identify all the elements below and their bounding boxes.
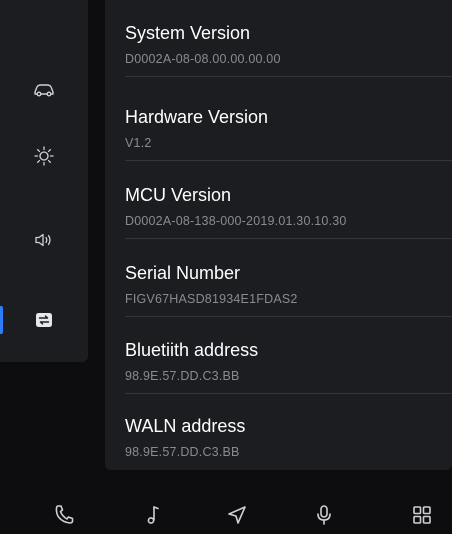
sidebar-item-vehicle[interactable]	[0, 70, 88, 110]
brightness-icon	[34, 146, 54, 166]
phone-icon	[54, 504, 76, 531]
info-row-bluetooth-address: Bluetiith address 98.9E.57.DD.C3.BB	[125, 317, 452, 394]
info-value: D0002A-08-08.00.00.00.00	[125, 52, 281, 66]
apps-grid-icon	[412, 505, 432, 530]
info-value: FIGV67HASD81934E1FDAS2	[125, 292, 298, 306]
info-row-system-version: System Version D0002A-08-08.00.00.00.00	[125, 0, 452, 77]
info-value: D0002A-08-138-000-2019.01.30.10.30	[125, 214, 347, 228]
car-icon	[33, 83, 55, 97]
info-label: Bluetiith address	[125, 340, 259, 360]
navigation-icon	[226, 504, 248, 531]
navigation-button[interactable]	[217, 500, 257, 534]
info-label: WALN address	[125, 416, 246, 436]
system-settings-icon	[35, 312, 53, 328]
system-info-panel: System Version D0002A-08-08.00.00.00.00 …	[105, 0, 452, 470]
music-button[interactable]	[133, 500, 173, 534]
microphone-icon	[315, 504, 333, 531]
info-value: V1.2	[125, 136, 152, 150]
info-row-hardware-version: Hardware Version V1.2	[125, 84, 452, 161]
info-value: 98.9E.57.DD.C3.BB	[125, 369, 240, 383]
info-value: 98.9E.57.DD.C3.BB	[125, 445, 240, 459]
apps-button[interactable]	[402, 500, 442, 534]
volume-icon	[34, 232, 54, 248]
info-label: Hardware Version	[125, 107, 269, 127]
info-row-wlan-address: WALN address 98.9E.57.DD.C3.BB	[125, 393, 452, 470]
phone-button[interactable]	[45, 500, 85, 534]
sidebar-item-system[interactable]	[0, 300, 88, 340]
info-label: MCU Version	[125, 185, 232, 205]
sidebar-item-display[interactable]	[0, 136, 88, 176]
sidebar-item-sound[interactable]	[0, 220, 88, 260]
voice-button[interactable]	[304, 500, 344, 534]
info-row-serial-number: Serial Number FIGV67HASD81934E1FDAS2	[125, 240, 452, 317]
music-icon	[145, 504, 161, 531]
bottom-navigation-bar	[0, 500, 452, 534]
info-row-mcu-version: MCU Version D0002A-08-138-000-2019.01.30…	[125, 162, 452, 239]
settings-sidebar	[0, 0, 88, 362]
info-label: Serial Number	[125, 263, 241, 283]
info-label: System Version	[125, 23, 251, 43]
